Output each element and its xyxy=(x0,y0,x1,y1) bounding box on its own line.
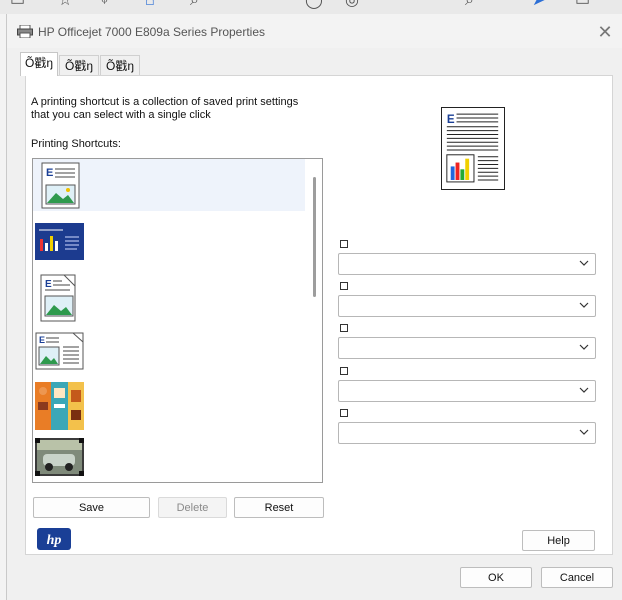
list-scrollbar[interactable] xyxy=(313,177,316,297)
setting-label-2 xyxy=(340,282,348,290)
search-icon: ⌕ xyxy=(190,0,199,9)
info-icon: ◯ xyxy=(305,0,323,9)
brochure-icon xyxy=(35,382,84,430)
chevron-down-icon xyxy=(579,429,589,435)
hp-logo-text: hp xyxy=(47,533,62,548)
svg-text:E: E xyxy=(45,279,52,290)
photo-poster-icon xyxy=(35,223,84,260)
setting-select-2[interactable] xyxy=(338,295,596,317)
svg-text:E: E xyxy=(39,335,45,345)
document-with-picture-icon: E xyxy=(41,162,80,209)
printer-icon xyxy=(17,25,33,38)
star-icon: ☆ xyxy=(58,0,73,9)
properties-dialog: HP Officejet 7000 E809a Series Propertie… xyxy=(6,14,622,600)
folded-document-icon: E xyxy=(40,274,76,322)
cancel-button[interactable]: Cancel xyxy=(541,567,613,588)
chevron-down-icon xyxy=(579,387,589,393)
menu-icon: ▭ xyxy=(575,0,591,9)
shortcut-list[interactable]: E E E xyxy=(32,158,323,483)
shortcut-description: A printing shortcut is a collection of s… xyxy=(31,96,331,122)
cursor-icon: ➤ xyxy=(532,0,546,9)
printing-shortcuts-label: Printing Shortcuts: xyxy=(31,138,121,150)
setting-select-4[interactable] xyxy=(338,380,596,402)
svg-text:E: E xyxy=(46,167,53,179)
close-button[interactable]: ✕ xyxy=(595,22,615,42)
setting-select-3[interactable] xyxy=(338,337,596,359)
setting-label-3 xyxy=(340,324,348,332)
delete-button[interactable]: Delete xyxy=(158,497,227,518)
landscape-document-icon: E xyxy=(35,332,84,370)
tab-2[interactable]: Õ戵ŋ xyxy=(59,55,99,76)
list-item[interactable] xyxy=(33,435,305,482)
find-icon: ⌕ xyxy=(465,0,474,9)
save-button[interactable]: Save xyxy=(33,497,150,518)
list-item[interactable]: E xyxy=(33,329,305,381)
list-item[interactable] xyxy=(33,379,305,431)
chevron-down-icon xyxy=(579,344,589,350)
print-preview: E xyxy=(441,107,505,190)
setting-select-5[interactable] xyxy=(338,422,596,444)
description-line-2: that you can select with a single click xyxy=(31,109,211,121)
window-title: HP Officejet 7000 E809a Series Propertie… xyxy=(38,25,266,39)
list-item[interactable]: E xyxy=(33,271,305,323)
refresh-icon: ◎ xyxy=(345,0,359,9)
ok-button[interactable]: OK xyxy=(460,567,532,588)
tab-shortcuts[interactable]: Õ戵ŋ xyxy=(20,52,58,76)
tab-3[interactable]: Õ戵ŋ xyxy=(100,55,140,76)
chevron-down-icon xyxy=(579,260,589,266)
help-button[interactable]: Help xyxy=(522,530,595,551)
background-toolbar: ▭ ☆ ⌖ ⌂ ⌕ ◯ ◎ ⌕ ➤ ▭ xyxy=(0,0,622,14)
setting-label-5 xyxy=(340,409,348,417)
list-item[interactable] xyxy=(33,219,305,271)
setting-select-1[interactable] xyxy=(338,253,596,275)
list-item[interactable]: E xyxy=(33,159,305,211)
svg-text:E: E xyxy=(447,113,455,126)
hp-logo: hp xyxy=(37,528,71,550)
chevron-down-icon xyxy=(579,302,589,308)
close-icon: ✕ xyxy=(597,22,613,42)
description-line-1: A printing shortcut is a collection of s… xyxy=(31,96,299,108)
app-icon: ▭ xyxy=(10,0,26,9)
title-bar: HP Officejet 7000 E809a Series Propertie… xyxy=(7,14,622,48)
photo-car-icon xyxy=(35,438,84,476)
setting-label-4 xyxy=(340,367,348,375)
setting-label-1 xyxy=(340,240,348,248)
dialog-footer: OK Cancel xyxy=(7,561,622,600)
reset-button[interactable]: Reset xyxy=(234,497,324,518)
home-icon: ⌂ xyxy=(145,0,155,9)
tool-icon: ⌖ xyxy=(100,0,110,9)
